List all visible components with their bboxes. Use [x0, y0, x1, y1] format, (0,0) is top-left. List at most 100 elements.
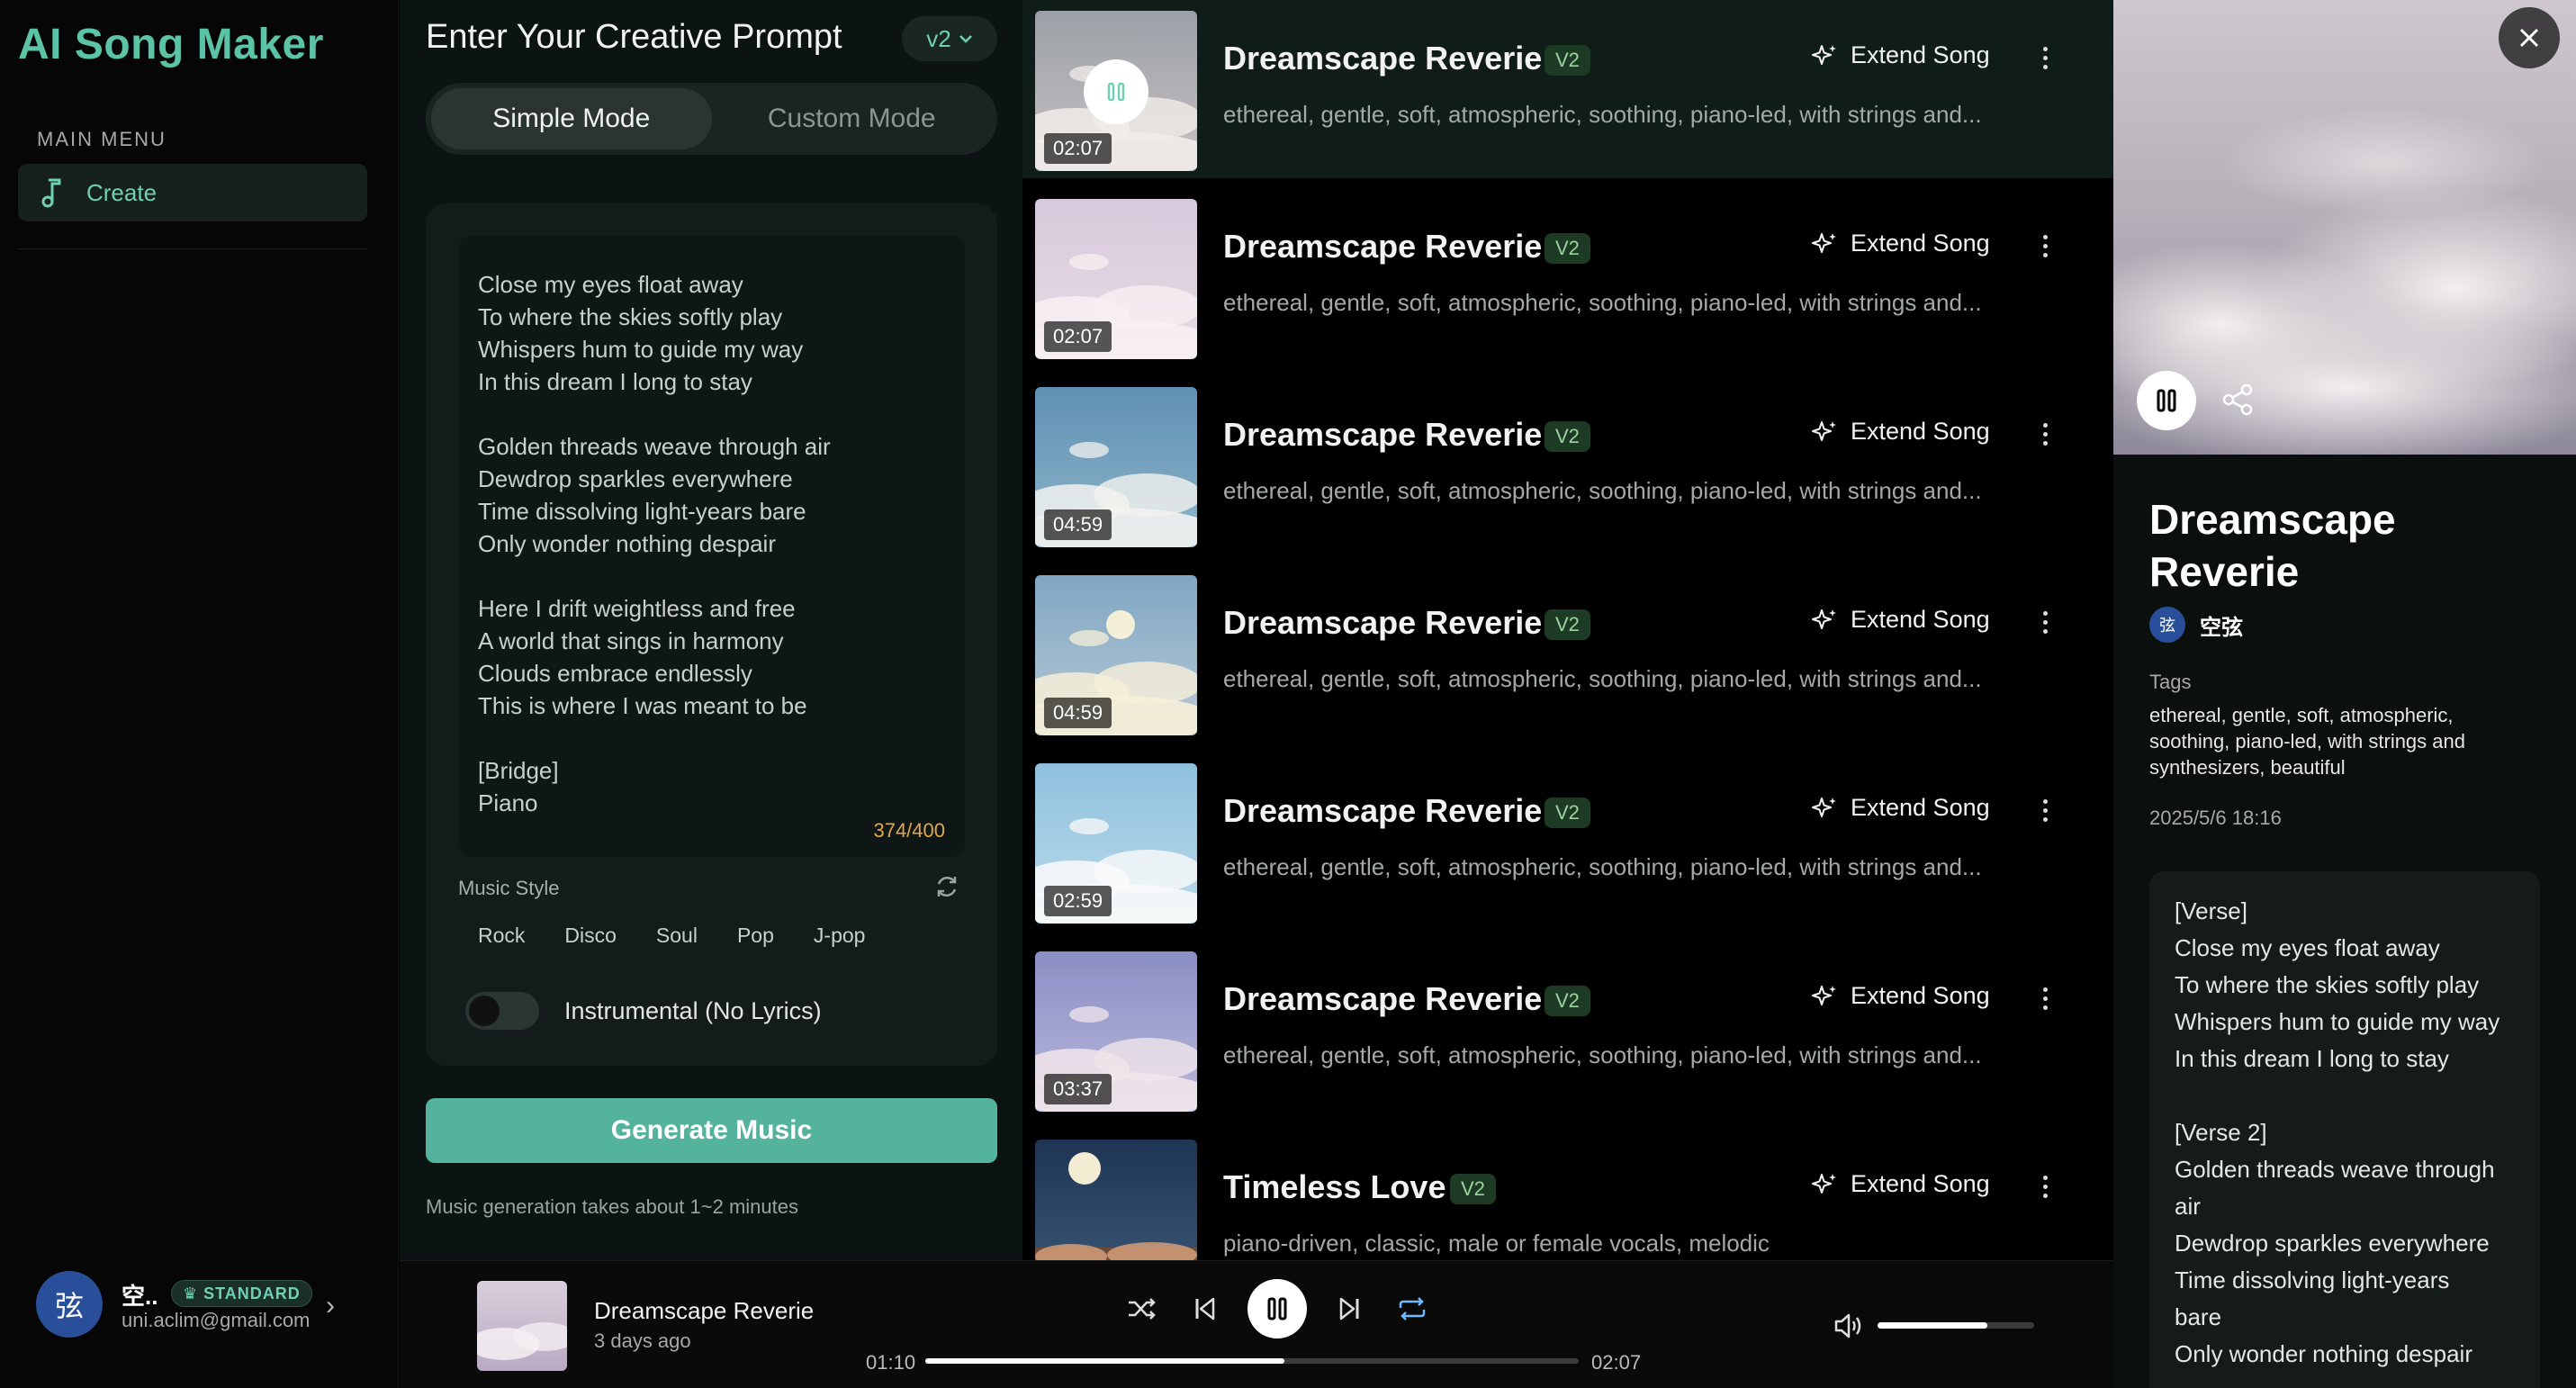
- detail-pause-button[interactable]: [2137, 371, 2196, 430]
- song-thumbnail[interactable]: 02:07: [1035, 11, 1197, 171]
- song-thumbnail[interactable]: 02:59: [1035, 763, 1197, 924]
- extend-song-button[interactable]: Extend Song: [1811, 418, 1990, 446]
- mode-switch: Simple Mode Custom Mode: [426, 83, 997, 155]
- user-card[interactable]: 弦 空.. ♛ STANDARD uni.aclim@gmail.com ›: [36, 1271, 387, 1343]
- app-logo[interactable]: AI Song Maker: [18, 20, 324, 69]
- style-chip-jpop[interactable]: J-pop: [794, 913, 886, 959]
- play-pause-button[interactable]: [1247, 1279, 1307, 1338]
- more-options-icon[interactable]: [2036, 416, 2054, 452]
- detail-author[interactable]: 弦 空弦: [2149, 607, 2243, 643]
- share-icon[interactable]: [2220, 382, 2256, 418]
- extend-song-button[interactable]: Extend Song: [1811, 606, 1990, 634]
- sparkle-icon: [1812, 1173, 1836, 1194]
- avatar[interactable]: 弦: [36, 1271, 103, 1338]
- shuffle-button[interactable]: [1111, 1277, 1174, 1340]
- style-chip-soul[interactable]: Soul: [636, 913, 717, 959]
- thumb-pause-button[interactable]: [1084, 59, 1148, 124]
- song-tags: ethereal, gentle, soft, atmospheric, soo…: [1223, 853, 1982, 880]
- song-thumbnail[interactable]: [1035, 1140, 1197, 1260]
- player-title: Dreamscape Reverie: [594, 1297, 815, 1324]
- instrumental-row: Instrumental (No Lyrics): [465, 992, 822, 1030]
- player-bar: Dreamscape Reverie 3 days ago 01:10 02:0…: [400, 1260, 2113, 1388]
- song-row[interactable]: 03:37 Dreamscape Reverie V2 ethereal, gentl…: [1022, 941, 2113, 1119]
- version-value: v2: [926, 24, 951, 52]
- song-title[interactable]: Dreamscape Reverie: [1223, 40, 1542, 77]
- lyric-line: This is where I was meant to be: [478, 692, 807, 719]
- refresh-icon[interactable]: [932, 871, 962, 902]
- song-duration: 04:59: [1044, 698, 1112, 728]
- style-chip-pop[interactable]: Pop: [717, 913, 794, 959]
- chevron-down-icon: [959, 35, 972, 43]
- version-badge: V2: [1545, 798, 1590, 828]
- chevron-right-icon[interactable]: ›: [326, 1291, 335, 1321]
- close-button[interactable]: [2499, 7, 2560, 68]
- song-title[interactable]: Dreamscape Reverie: [1223, 416, 1542, 454]
- song-row[interactable]: 04:59 Dreamscape Reverie V2 ethereal, gentl…: [1022, 376, 2113, 554]
- next-button[interactable]: [1318, 1277, 1381, 1340]
- repeat-button[interactable]: [1381, 1277, 1444, 1340]
- song-title[interactable]: Dreamscape Reverie: [1223, 604, 1542, 642]
- style-chip-disco[interactable]: Disco: [545, 913, 636, 959]
- author-avatar: 弦: [2149, 607, 2185, 643]
- user-name: 空..: [122, 1283, 158, 1310]
- song-row[interactable]: 02:07 Dreamscape Reverie V2 ethereal, gentl…: [1022, 0, 2113, 178]
- more-options-icon[interactable]: [2036, 228, 2054, 264]
- song-thumbnail[interactable]: 02:07: [1035, 199, 1197, 359]
- lyric-line: [Bridge]: [478, 757, 559, 784]
- song-title[interactable]: Dreamscape Reverie: [1223, 228, 1542, 266]
- extend-song-button[interactable]: Extend Song: [1811, 41, 1990, 69]
- song-thumbnail[interactable]: 04:59: [1035, 387, 1197, 547]
- song-list: 02:07 Dreamscape Reverie V2 ethereal, gentl…: [1022, 0, 2113, 1260]
- divider: [18, 248, 367, 249]
- song-row[interactable]: Timeless Love V2 piano-driven, classic, ma…: [1022, 1129, 2113, 1260]
- extend-song-button[interactable]: Extend Song: [1811, 1170, 1990, 1198]
- version-select[interactable]: v2: [902, 16, 997, 61]
- pause-icon: [1267, 1297, 1287, 1320]
- more-options-icon[interactable]: [2036, 1168, 2054, 1204]
- extend-song-button[interactable]: Extend Song: [1811, 982, 1990, 1010]
- generation-note: Music generation takes about 1~2 minutes: [426, 1195, 798, 1218]
- generate-music-button[interactable]: Generate Music: [426, 1098, 997, 1163]
- song-title[interactable]: Timeless Love: [1223, 1168, 1446, 1206]
- more-options-icon[interactable]: [2036, 40, 2054, 76]
- extend-song-button[interactable]: Extend Song: [1811, 794, 1990, 822]
- song-row[interactable]: 02:59 Dreamscape Reverie V2 ethereal, gentl…: [1022, 753, 2113, 931]
- progress-slider[interactable]: [925, 1358, 1579, 1364]
- song-title[interactable]: Dreamscape Reverie: [1223, 792, 1542, 830]
- song-thumbnail[interactable]: 03:37: [1035, 951, 1197, 1112]
- song-tags: piano-driven, classic, male or female vo…: [1223, 1230, 1770, 1257]
- main-menu-heading: MAIN MENU: [37, 128, 167, 150]
- sidebar-item-create[interactable]: Create: [18, 164, 367, 221]
- more-options-icon[interactable]: [2036, 792, 2054, 828]
- author-name: 空弦: [2200, 615, 2243, 640]
- tab-simple-mode[interactable]: Simple Mode: [431, 88, 712, 149]
- volume-slider[interactable]: [1878, 1322, 2034, 1329]
- more-options-icon[interactable]: [2036, 604, 2054, 640]
- extend-song-button[interactable]: Extend Song: [1811, 230, 1990, 257]
- previous-button[interactable]: [1174, 1277, 1237, 1340]
- prompt-title: Enter Your Creative Prompt: [426, 18, 842, 56]
- style-chip-rock[interactable]: Rock: [458, 913, 545, 959]
- song-row[interactable]: 04:59 Dreamscape Reverie V2 ethereal, gentl…: [1022, 564, 2113, 743]
- more-options-icon[interactable]: [2036, 980, 2054, 1016]
- pause-icon: [2157, 389, 2176, 412]
- extend-song-label: Extend Song: [1851, 606, 1990, 633]
- version-badge: V2: [1545, 421, 1590, 452]
- song-title[interactable]: Dreamscape Reverie: [1223, 980, 1542, 1018]
- volume-icon[interactable]: [1831, 1308, 1867, 1344]
- song-detail-panel: Dreamscape Reverie 弦 空弦 Tags ethereal, g…: [2113, 0, 2576, 1388]
- detail-title: Dreamscape Reverie: [2149, 496, 2396, 595]
- player-thumbnail[interactable]: [477, 1281, 567, 1371]
- song-row[interactable]: 02:07 Dreamscape Reverie V2 ethereal, gentl…: [1022, 188, 2113, 366]
- char-count: 374/400: [873, 819, 945, 842]
- lyric-gap: [478, 398, 945, 430]
- repeat-icon: [1399, 1297, 1426, 1320]
- song-thumbnail[interactable]: 04:59: [1035, 575, 1197, 735]
- skip-back-icon: [1195, 1297, 1215, 1320]
- total-time: 02:07: [1591, 1351, 1642, 1374]
- sparkle-icon: [1812, 420, 1836, 441]
- detail-lyric-line: Only wonder nothing despair: [2175, 1340, 2472, 1367]
- instrumental-toggle[interactable]: [465, 992, 539, 1030]
- tab-custom-mode[interactable]: Custom Mode: [712, 88, 993, 149]
- lyrics-textarea[interactable]: Close my eyes float away To where the ski…: [458, 236, 965, 857]
